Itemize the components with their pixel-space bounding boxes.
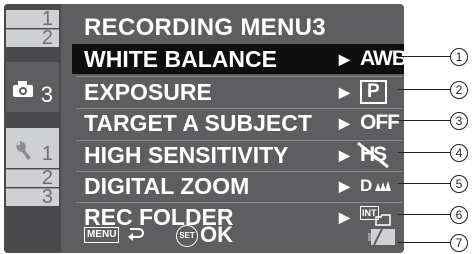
arrow-right-icon: ▶ [339,178,350,194]
value-text: D [360,176,373,195]
tab-camera-1[interactable]: 1 [6,8,59,30]
folder-icon [374,214,391,226]
arrow-right-icon: ▶ [339,209,350,225]
menu-item-exposure[interactable]: EXPOSURE ▶ P [72,77,404,107]
callout-4: 4 [450,144,468,162]
arrow-right-icon: ▶ [339,51,350,67]
menu-item-label: HIGH SENSITIVITY [84,142,289,168]
tab-setup-1[interactable]: 1 [6,128,59,168]
tab-number: 3 [41,186,53,208]
callout-line [398,183,450,184]
white-balance-value: AWB [360,44,404,74]
tab-number: 3 [40,82,53,107]
menu-button-icon[interactable]: MENU [84,227,120,243]
menu-title-page: 3 [312,14,326,41]
menu-item-rec-folder[interactable]: REC FOLDER ▶ INT [72,202,404,232]
tab-camera-3[interactable]: 3 [6,62,59,112]
menu-item-label: WHITE BALANCE [84,46,277,72]
zoom-bars-icon [375,181,392,191]
menu-item-white-balance[interactable]: WHITE BALANCE ▶ AWB [72,44,404,74]
tab-number: 2 [41,27,53,49]
menu-item-label: TARGET A SUBJECT [84,110,312,136]
callout-1: 1 [450,48,468,66]
callout-line [398,56,450,57]
callout-line [398,242,450,243]
callout-7: 7 [450,234,468,252]
arrow-right-icon: ▶ [339,147,350,163]
callout-5: 5 [450,175,468,193]
return-arrow-icon [128,228,144,241]
target-subject-value: OFF [360,108,400,138]
callout-2: 2 [450,81,468,99]
value-text: AWB [360,47,404,70]
tab-setup-3[interactable]: 3 [6,186,59,208]
value-text: P [360,80,387,104]
tab-camera-2[interactable]: 2 [6,27,59,49]
ok-label: OK [200,222,233,247]
callout-line [398,120,450,121]
tab-number: 1 [41,143,53,165]
menu-item-label: DIGITAL ZOOM [84,173,250,199]
callout-6: 6 [450,206,468,224]
battery-icon [368,228,395,246]
menu-item-label: EXPOSURE [84,79,212,105]
arrow-right-icon: ▶ [339,84,350,100]
callout-line [398,89,450,90]
set-button-icon[interactable]: SET [176,225,198,247]
value-text: OFF [360,111,400,134]
menu-title-text: RECORDING MENU [84,14,313,41]
menu-title: RECORDING MENU3 [84,14,326,42]
wrench-icon [16,141,31,160]
exposure-value: P [360,77,387,107]
high-sensitivity-value: HS [357,140,389,170]
tab-setup-2[interactable]: 2 [6,167,59,189]
strike-through-icon [357,141,389,169]
menu-item-digital-zoom[interactable]: DIGITAL ZOOM ▶ D [72,171,404,201]
recording-menu-screen: 1 2 3 1 2 3 RECORDING MENU3 WHITE BALANC… [4,4,404,253]
arrow-right-icon: ▶ [339,115,350,131]
callout-line [398,214,450,215]
menu-item-high-sensitivity[interactable]: HIGH SENSITIVITY ▶ HS [72,140,404,170]
callout-3: 3 [450,112,468,130]
camera-icon [13,81,33,97]
menu-item-target-a-subject[interactable]: TARGET A SUBJECT ▶ OFF [72,108,404,138]
callout-line [398,152,450,153]
digital-zoom-value: D [360,171,392,201]
